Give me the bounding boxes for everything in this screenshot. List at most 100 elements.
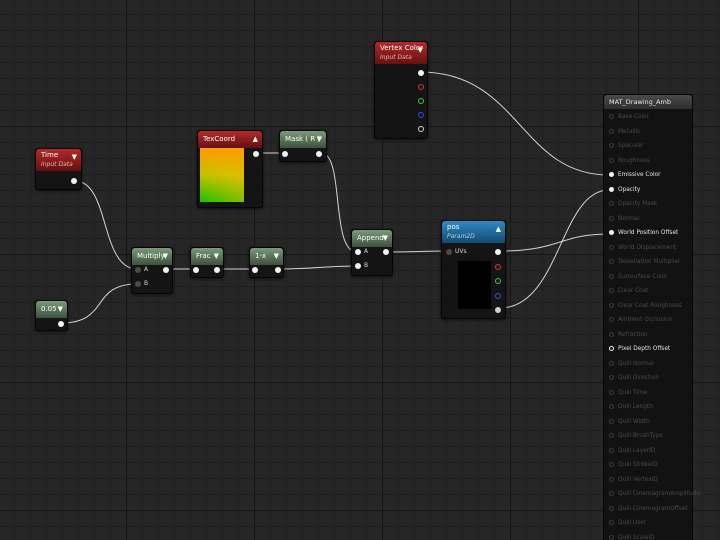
material-input-pin[interactable]: [609, 114, 614, 119]
node-vertex-color-header[interactable]: Vertex Color Input Data ▼: [375, 42, 427, 64]
output-pin-blue[interactable]: [495, 293, 501, 299]
input-pin-a[interactable]: [135, 267, 141, 273]
material-input-pin[interactable]: [609, 157, 614, 163]
material-input-pin[interactable]: [609, 346, 614, 351]
node-pos-header[interactable]: pos Param2D ▲: [442, 221, 505, 243]
material-input-pin[interactable]: [609, 317, 614, 322]
input-pin[interactable]: [252, 267, 258, 273]
material-input-row[interactable]: World Position Offset: [604, 227, 692, 239]
input-pin[interactable]: [193, 267, 199, 273]
output-pin[interactable]: [316, 151, 322, 157]
material-title[interactable]: MAT_Drawing_Amb: [604, 95, 692, 109]
material-input-row[interactable]: Clear Coat Roughness: [604, 300, 692, 312]
material-input-pin[interactable]: [609, 404, 614, 409]
material-input-row[interactable]: World Displacement: [604, 242, 692, 254]
collapse-arrow-icon[interactable]: ▼: [274, 253, 279, 260]
material-input-row[interactable]: Quill Length: [604, 401, 692, 413]
material-input-pin[interactable]: [609, 273, 614, 279]
output-pin[interactable]: [71, 178, 77, 184]
material-input-pin[interactable]: [609, 433, 614, 438]
input-pin-b[interactable]: [135, 281, 141, 287]
material-input-pin[interactable]: [609, 476, 614, 482]
material-input-pin[interactable]: [609, 302, 614, 308]
output-pin-red[interactable]: [495, 264, 501, 270]
output-pin-red[interactable]: [418, 84, 424, 90]
node-one-minus[interactable]: 1-x ▼: [249, 247, 284, 278]
material-input-pin[interactable]: [609, 360, 614, 366]
input-pin-a[interactable]: [355, 249, 361, 255]
output-pin[interactable]: [214, 267, 220, 273]
collapse-arrow-icon[interactable]: ▼: [72, 154, 77, 161]
node-constant[interactable]: 0.05 ▼: [35, 300, 68, 331]
collapse-arrow-icon[interactable]: ▼: [317, 136, 322, 143]
material-input-pin[interactable]: [609, 418, 614, 424]
material-input-pin[interactable]: [609, 447, 614, 453]
collapse-arrow-icon[interactable]: ▼: [163, 253, 168, 260]
collapse-arrow-icon[interactable]: ▼: [418, 47, 423, 54]
material-input-pin[interactable]: [609, 259, 614, 264]
output-pin[interactable]: [253, 151, 259, 157]
node-multiply[interactable]: Multiply ▼ A B: [131, 247, 173, 294]
material-input-pin[interactable]: [609, 201, 614, 206]
node-frac[interactable]: Frac ▼: [190, 247, 224, 278]
node-time[interactable]: Time Input Data ▼: [35, 148, 82, 190]
material-input-row[interactable]: Quill BrushType: [604, 430, 692, 442]
node-frac-header[interactable]: Frac ▼: [191, 248, 223, 265]
node-time-header[interactable]: Time Input Data ▼: [36, 149, 81, 171]
material-input-row[interactable]: Metallic: [604, 126, 692, 138]
node-mask[interactable]: Mask ( R ) ▼: [279, 130, 327, 162]
material-input-row[interactable]: Quill ScaleID: [604, 532, 692, 540]
output-pin-green[interactable]: [495, 278, 501, 284]
material-input-row[interactable]: Quill User: [604, 517, 692, 529]
material-input-row[interactable]: Quill LayerID: [604, 445, 692, 457]
input-pin[interactable]: [282, 151, 288, 157]
material-input-row[interactable]: Opacity: [604, 184, 692, 196]
material-input-pin[interactable]: [609, 186, 614, 192]
input-pin-uvs[interactable]: [446, 249, 452, 255]
material-input-row[interactable]: Pixel Depth Offset: [604, 343, 692, 355]
output-pin[interactable]: [275, 267, 281, 273]
collapse-arrow-icon[interactable]: ▼: [214, 253, 219, 260]
material-input-pin[interactable]: [609, 462, 614, 467]
material-input-row[interactable]: Base Color: [604, 111, 692, 123]
material-input-row[interactable]: Quill Direction: [604, 372, 692, 384]
output-pin-alpha[interactable]: [495, 307, 501, 313]
material-result-node[interactable]: MAT_Drawing_Amb Base Color Metallic Specul…: [603, 94, 700, 540]
output-pin-green[interactable]: [418, 98, 424, 104]
output-pin[interactable]: [383, 249, 389, 255]
material-input-pin[interactable]: [609, 520, 614, 525]
material-input-row[interactable]: Opacity Mask: [604, 198, 692, 210]
material-input-pin[interactable]: [609, 172, 614, 177]
output-pin-alpha[interactable]: [418, 126, 424, 132]
collapse-arrow-icon[interactable]: ▼: [58, 306, 63, 313]
material-input-row[interactable]: Refraction: [604, 329, 692, 341]
collapse-arrow-icon[interactable]: ▼: [383, 235, 388, 242]
material-input-row[interactable]: Quill CinemagramAmplitude: [604, 488, 700, 500]
output-pin[interactable]: [163, 267, 169, 273]
node-vertex-color[interactable]: Vertex Color Input Data ▼: [374, 41, 428, 139]
material-input-pin[interactable]: [609, 534, 614, 540]
material-input-pin[interactable]: [609, 288, 614, 293]
material-input-pin[interactable]: [609, 505, 614, 511]
material-input-row[interactable]: Clear Coat: [604, 285, 692, 297]
expand-arrow-icon[interactable]: ▲: [496, 226, 501, 233]
material-input-row[interactable]: Subsurface Color: [604, 271, 692, 283]
material-input-row[interactable]: Quill Time: [604, 387, 692, 399]
node-texcoord-header[interactable]: TexCoord ▲: [198, 131, 262, 148]
expand-arrow-icon[interactable]: ▲: [253, 136, 258, 143]
material-input-row[interactable]: Normal: [604, 213, 692, 225]
material-input-row[interactable]: Tessellation Multiplier: [604, 256, 692, 268]
material-input-row[interactable]: Quill CinemagramOffset: [604, 503, 692, 515]
material-input-row[interactable]: Roughness: [604, 155, 692, 167]
material-graph-canvas[interactable]: Vertex Color Input Data ▼ Time Input Dat…: [0, 0, 720, 540]
node-append-header[interactable]: Append ▼: [352, 230, 392, 247]
material-input-pin[interactable]: [609, 215, 614, 221]
node-multiply-header[interactable]: Multiply ▼: [132, 248, 172, 265]
material-input-pin[interactable]: [609, 244, 614, 250]
material-input-pin[interactable]: [609, 128, 614, 134]
output-pin-rgb[interactable]: [418, 70, 424, 76]
material-input-row[interactable]: Ambient Occlusion: [604, 314, 692, 326]
material-input-row[interactable]: Quill VertexID: [604, 474, 692, 486]
node-texcoord[interactable]: TexCoord ▲: [197, 130, 263, 208]
output-pin[interactable]: [58, 321, 64, 327]
